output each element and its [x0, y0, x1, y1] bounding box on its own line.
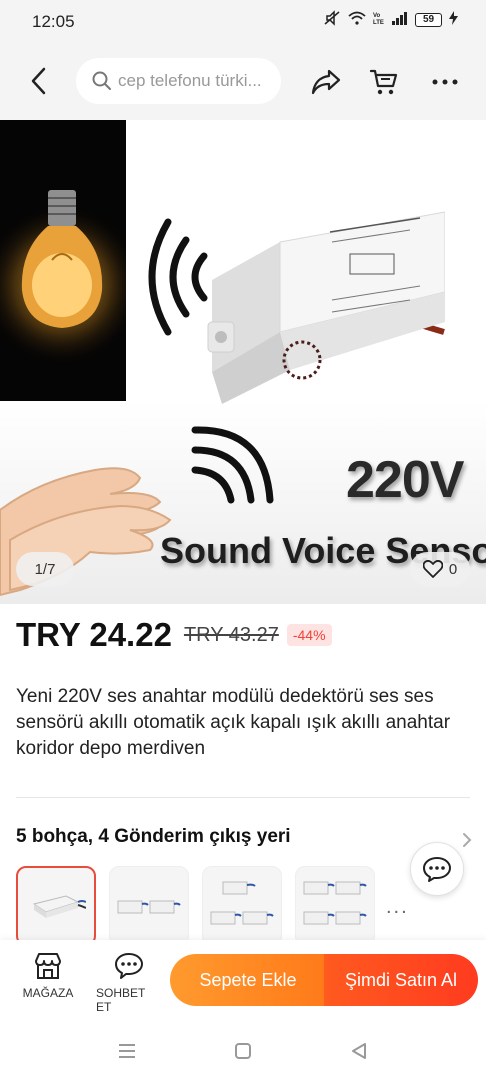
current-price: TRY 24.22 [16, 616, 172, 653]
system-navigation-bar [0, 1022, 486, 1080]
svg-text:LTE: LTE [373, 20, 384, 25]
image-voltage-text: 220V [346, 451, 464, 509]
chat-bubble-icon [423, 857, 451, 882]
buy-now-button[interactable]: Şimdi Satın Al [324, 954, 478, 1006]
share-icon [311, 69, 341, 95]
status-bar: 12:05 Vo LTE 59 [0, 0, 486, 44]
modules-thumbnail-icon [210, 881, 274, 925]
search-bar[interactable] [76, 58, 281, 104]
mute-icon [323, 10, 341, 29]
chat-label: SOHBET ET [96, 986, 146, 1014]
variant-option[interactable] [16, 866, 96, 946]
back-arrow-icon [31, 67, 46, 95]
chevron-right-icon[interactable] [462, 828, 472, 854]
volte-icon: Vo LTE [373, 11, 385, 28]
light-bulb-icon [0, 190, 142, 365]
store-icon [35, 953, 61, 979]
back-button[interactable] [22, 62, 54, 100]
sound-waves-bottom-icon [191, 426, 274, 504]
product-title: Yeni 220V ses anahtar modülü dedektörü s… [16, 686, 451, 759]
heart-icon [422, 560, 443, 578]
like-button[interactable]: 0 [410, 552, 470, 586]
system-back-button[interactable] [347, 1039, 371, 1063]
original-price: TRY 43.27 [183, 623, 279, 646]
cart-icon [369, 69, 398, 95]
menu-lines-icon [119, 1044, 135, 1058]
search-input[interactable] [118, 71, 278, 91]
modules-thumbnail-icon [303, 881, 367, 925]
more-variants-indicator[interactable]: ... [386, 896, 409, 919]
price-row: TRY 24.22 TRY 43.27 -44% [16, 616, 332, 654]
modules-thumbnail-icon [117, 900, 181, 914]
battery-icon: 59 [415, 12, 442, 27]
sound-waves-top-icon [148, 218, 208, 336]
divider [16, 797, 470, 798]
variant-option[interactable] [202, 866, 282, 946]
triangle-back-icon [352, 1043, 366, 1059]
home-button[interactable] [231, 1039, 255, 1063]
top-bar [0, 44, 486, 120]
image-counter: 1/7 [16, 552, 74, 586]
more-dots-icon [432, 79, 458, 85]
chat-button[interactable]: SOHBET ET [96, 952, 162, 1014]
sensor-module-image [207, 211, 445, 404]
share-button[interactable] [306, 62, 346, 102]
module-thumbnail-icon [32, 895, 86, 918]
cart-button[interactable] [364, 62, 404, 102]
square-icon [235, 1043, 251, 1059]
variant-option[interactable] [295, 866, 375, 946]
add-to-cart-button[interactable]: Sepete Ekle [170, 954, 326, 1006]
light-bulb-panel [0, 120, 142, 401]
like-count: 0 [448, 560, 458, 578]
floating-chat-button[interactable] [410, 842, 464, 896]
variant-option[interactable] [109, 866, 189, 946]
store-button[interactable]: MAĞAZA [22, 952, 74, 1000]
chat-icon [115, 953, 143, 979]
signal-icon [392, 11, 408, 28]
status-icons: Vo LTE 59 [323, 10, 458, 29]
product-image-gallery[interactable]: 220V Sound Voice Sensor 1/7 0 [0, 120, 486, 604]
wifi-icon [348, 11, 366, 28]
variant-list [16, 866, 375, 946]
status-time: 12:05 [32, 12, 75, 31]
svg-text:Vo: Vo [373, 13, 381, 19]
variant-heading[interactable]: 5 bohça, 4 Gönderim çıkış yeri [16, 826, 291, 848]
discount-badge: -44% [286, 624, 332, 646]
recent-apps-button[interactable] [115, 1039, 139, 1063]
more-options-button[interactable] [425, 62, 465, 102]
charging-icon [449, 11, 458, 28]
store-label: MAĞAZA [22, 986, 74, 1000]
search-icon [92, 71, 111, 90]
bottom-action-bar: MAĞAZA SOHBET ET Sepete Ekle Şimdi Satın… [0, 940, 486, 1022]
